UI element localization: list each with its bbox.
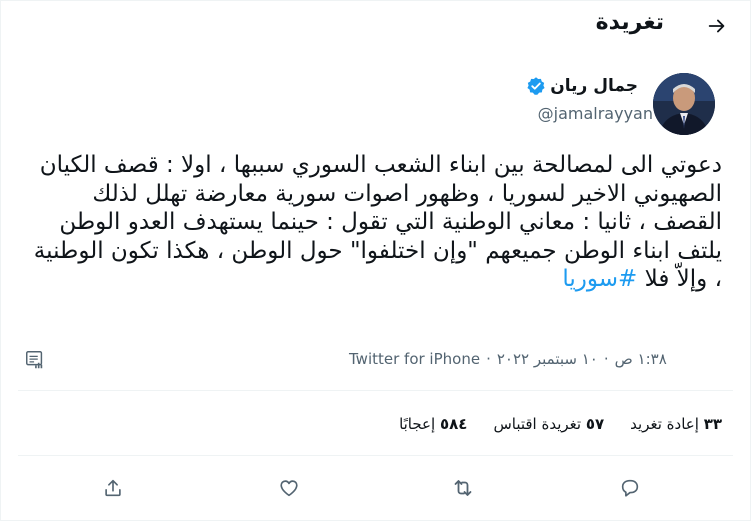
author-name-text: جمال ريان: [550, 76, 638, 96]
reply-icon: [621, 479, 639, 497]
author-handle[interactable]: @jamalrayyan: [538, 104, 653, 123]
page-header: تغريدة: [1, 1, 750, 51]
avatar[interactable]: [653, 73, 715, 135]
meta-separator: ·: [486, 350, 491, 368]
tweet-text: دعوتي الى لمصالحة بين ابناء الشعب السوري…: [29, 151, 722, 294]
retweets-label: إعادة تغريد: [630, 415, 699, 433]
divider: [18, 455, 733, 456]
meta-separator: ·: [603, 350, 609, 368]
tweet-source[interactable]: Twitter for iPhone: [349, 350, 480, 368]
reply-button[interactable]: [613, 471, 647, 505]
retweets-count: ٣٣: [703, 415, 722, 433]
tweet-date[interactable]: ١٠ سبتمبر ٢٠٢٢: [497, 350, 598, 368]
share-button[interactable]: [96, 471, 130, 505]
divider: [18, 390, 733, 391]
verified-badge-icon: [526, 76, 546, 96]
tweet-meta: ١:٣٨ ص · ١٠ سبتمبر ٢٠٢٢ · Twitter for iP…: [349, 350, 667, 368]
hashtag-link[interactable]: #سوريا: [562, 266, 637, 292]
tweet-time[interactable]: ١:٣٨ ص: [615, 350, 667, 368]
likes-label: إعجابًا: [399, 415, 436, 433]
arrow-right-icon: [708, 19, 725, 33]
likes-stat[interactable]: ٥٨٤ إعجابًا: [399, 415, 467, 433]
tweet-page: تغريدة جمال ريان @jamalrayyan دعوتي الى …: [0, 0, 751, 521]
tweet-stats: ٣٣ إعادة تغريد ٥٧ تغريدة اقتباس ٥٨٤ إعجا…: [399, 415, 722, 433]
likes-count: ٥٨٤: [439, 415, 468, 433]
share-icon: [105, 479, 121, 497]
action-bar: [1, 471, 750, 507]
quotes-stat[interactable]: ٥٧ تغريدة اقتباس: [493, 415, 604, 433]
avatar-image: [653, 73, 715, 135]
back-button[interactable]: [702, 11, 732, 41]
heart-icon: [280, 480, 298, 497]
page-title: تغريدة: [595, 10, 664, 35]
analytics-icon[interactable]: [24, 349, 46, 371]
author-name[interactable]: جمال ريان: [526, 76, 638, 96]
quotes-label: تغريدة اقتباس: [493, 415, 582, 433]
retweet-icon: [454, 480, 472, 496]
retweet-button[interactable]: [446, 471, 480, 505]
quotes-count: ٥٧: [585, 415, 605, 433]
like-button[interactable]: [272, 471, 306, 505]
retweets-stat[interactable]: ٣٣ إعادة تغريد: [630, 415, 722, 433]
